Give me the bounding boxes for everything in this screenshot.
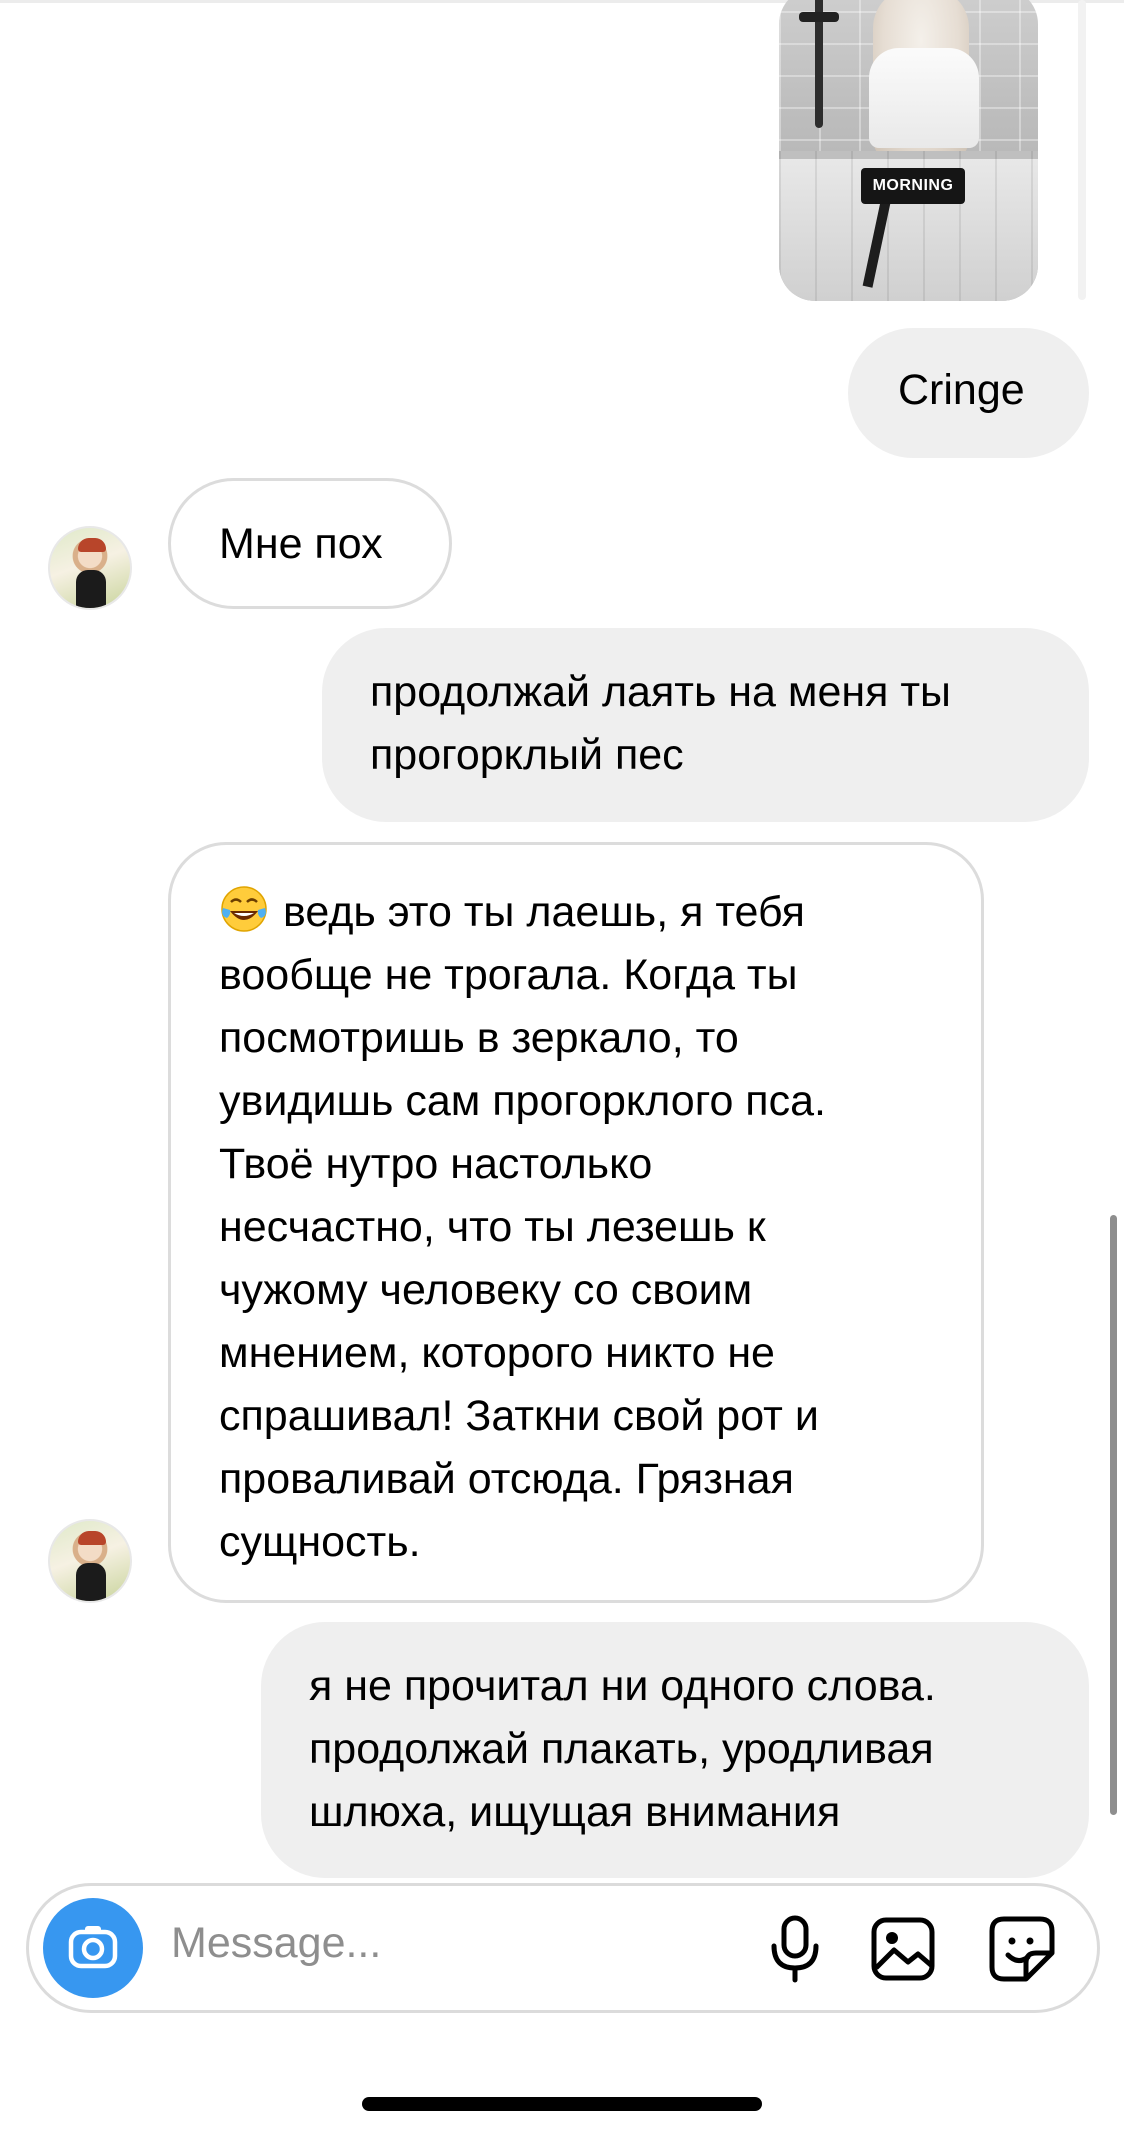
sticker-button[interactable] <box>984 1911 1060 1987</box>
message-line: увидишь сам прогорклого пса. <box>219 1077 826 1125</box>
message-line: мнением, которого никто не <box>219 1329 775 1377</box>
incoming-message[interactable]: Мне пох <box>168 478 452 609</box>
microphone-button[interactable] <box>757 1911 833 1987</box>
message-line: сущность. <box>219 1518 421 1566</box>
message-line: Твоё нутро настолько <box>219 1140 653 1188</box>
microphone-icon <box>771 1915 819 1983</box>
message-line: продолжай лаять на меня ты <box>370 668 951 716</box>
gallery-icon <box>871 1917 935 1981</box>
camera-icon <box>68 1926 118 1969</box>
shared-story-image[interactable]: MORNING <box>779 0 1038 301</box>
message-line: ведь это ты лаешь, я тебя <box>283 888 805 936</box>
home-indicator[interactable] <box>362 2097 762 2111</box>
message-line: продолжай плакать, уродливая <box>309 1725 934 1773</box>
story-scroll-track[interactable] <box>1078 0 1086 300</box>
incoming-message[interactable]: ведь это ты лаешь, я тебя вообще не трог… <box>168 842 984 1603</box>
sticker-icon <box>989 1916 1055 1982</box>
face-with-tears-of-joy-icon <box>221 886 267 932</box>
outgoing-message[interactable]: продолжай лаять на меня ты прогорклый пе… <box>322 628 1089 822</box>
message-text: Cringe <box>898 366 1025 414</box>
message-line: спрашивал! Заткни свой рот и <box>219 1392 819 1440</box>
message-line: посмотришь в зеркало, то <box>219 1014 739 1062</box>
gallery-button[interactable] <box>865 1911 941 1987</box>
message-line: чужому человеку со своим <box>219 1266 753 1314</box>
message-line: шлюха, ищущая внимания <box>309 1788 841 1836</box>
shower-head <box>799 12 839 22</box>
message-line: несчастно, что ты лезешь к <box>219 1203 766 1251</box>
message-line: я не прочитал ни одного слова. <box>309 1662 936 1710</box>
sender-avatar[interactable] <box>48 1519 132 1603</box>
outgoing-message[interactable]: я не прочитал ни одного слова. продолжай… <box>261 1622 1089 1878</box>
outgoing-message[interactable]: Cringe <box>848 328 1089 458</box>
camera-button[interactable] <box>43 1898 143 1998</box>
message-line: проваливай отсюда. Грязная <box>219 1455 794 1503</box>
sender-avatar[interactable] <box>48 526 132 610</box>
robe <box>869 48 979 148</box>
story-caption-tag: MORNING <box>861 168 965 204</box>
message-text: Мне пох <box>219 520 383 568</box>
chat-scrollbar[interactable] <box>1110 1215 1117 1815</box>
message-composer: Message... <box>26 1883 1100 2013</box>
message-line: прогорклый пес <box>370 731 684 779</box>
message-line: вообще не трогала. Когда ты <box>219 951 798 999</box>
message-input[interactable]: Message... <box>171 1919 381 1968</box>
